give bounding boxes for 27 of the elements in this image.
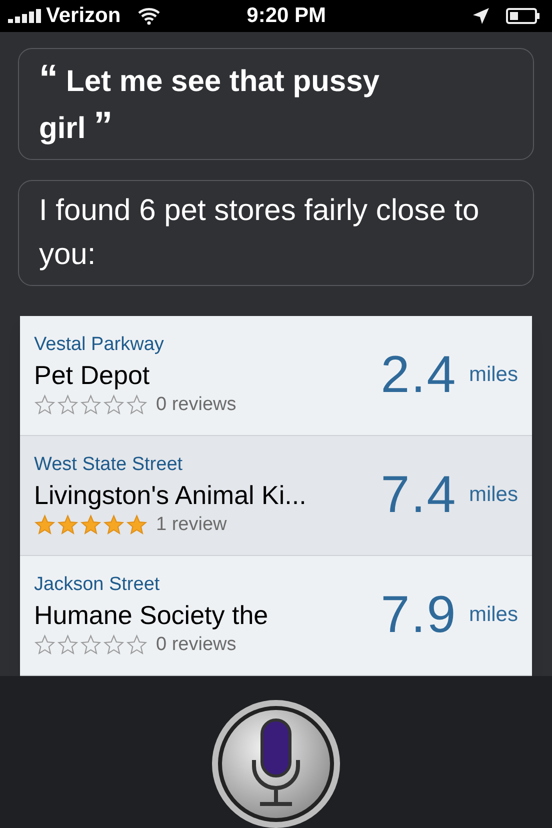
- user-quote: “ Let me see that pussy girl ”: [39, 56, 380, 148]
- store-name: Livingston's Animal Ki...: [34, 479, 308, 511]
- microphone-button[interactable]: [210, 698, 342, 828]
- distance-value: 7.4: [380, 465, 457, 526]
- location-arrow-icon: [472, 6, 490, 25]
- siri-reply: I found 6 pet stores fairly close to you:: [39, 192, 480, 272]
- store-name: Pet Depot: [34, 359, 151, 391]
- distance-value: 2.4: [380, 345, 457, 406]
- store-name: Humane Society the: [34, 599, 270, 631]
- pet-store-result[interactable]: West State Street Livingston's Animal Ki... 1 review 7.4 miles: [20, 436, 532, 556]
- pet-store-result[interactable]: Jackson Street Humane Society the 0 reviews 7.9 miles: [20, 556, 532, 676]
- wifi-icon: [136, 6, 161, 25]
- distance-unit: miles: [468, 362, 518, 388]
- battery-icon: [506, 8, 540, 24]
- review-count: 0 reviews: [156, 393, 236, 417]
- distance-value: 7.9: [380, 585, 457, 646]
- review-count: 0 reviews: [156, 633, 236, 657]
- street-name: Vestal Parkway: [34, 332, 165, 356]
- clock: 9:20 PM: [246, 3, 326, 29]
- review-count: 1 review: [156, 513, 227, 537]
- signal-icon: [8, 8, 42, 23]
- pet-store-result[interactable]: Vestal Parkway Pet Depot 0 reviews 2.4 miles: [20, 316, 532, 436]
- carrier-name: Verizon: [46, 3, 121, 29]
- street-name: West State Street: [34, 452, 184, 476]
- street-name: Jackson Street: [34, 572, 161, 596]
- distance-unit: miles: [468, 602, 518, 628]
- distance-unit: miles: [468, 482, 518, 508]
